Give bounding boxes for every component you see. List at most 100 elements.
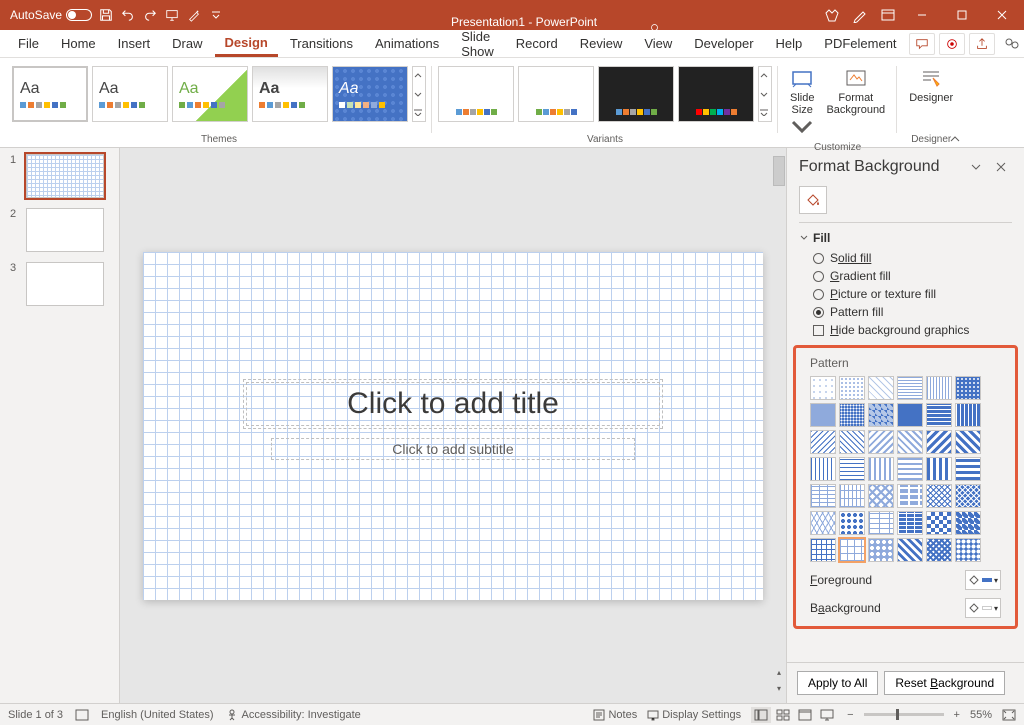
pattern-swatch[interactable] xyxy=(839,376,865,400)
close-button[interactable] xyxy=(988,0,1016,30)
gradient-fill-option[interactable]: Gradient fill xyxy=(813,269,1012,283)
search-box[interactable] xyxy=(644,17,824,41)
language-status[interactable]: English (United States) xyxy=(101,709,214,721)
tab-draw[interactable]: Draw xyxy=(162,32,212,55)
qat-more-icon[interactable] xyxy=(208,7,224,23)
slideshow-start-icon[interactable] xyxy=(164,7,180,23)
pattern-swatch[interactable] xyxy=(955,430,981,454)
fill-section-header[interactable]: Fill xyxy=(787,227,1024,249)
pattern-swatch[interactable] xyxy=(868,511,894,535)
pattern-swatch[interactable] xyxy=(955,457,981,481)
pattern-swatch[interactable] xyxy=(897,376,923,400)
pattern-swatch-selected[interactable] xyxy=(839,538,865,562)
slide-count-status[interactable]: Slide 1 of 3 xyxy=(8,709,63,721)
pattern-swatch[interactable] xyxy=(810,511,836,535)
sorter-view-icon[interactable] xyxy=(773,707,793,723)
slide-canvas[interactable]: Click to add title Click to add subtitle xyxy=(143,252,763,600)
notes-button[interactable]: Notes xyxy=(593,709,637,721)
pattern-swatch[interactable] xyxy=(897,484,923,508)
pattern-swatch[interactable] xyxy=(897,538,923,562)
pattern-swatch[interactable] xyxy=(839,484,865,508)
redo-icon[interactable] xyxy=(142,7,158,23)
pattern-swatch[interactable] xyxy=(897,403,923,427)
pattern-swatch[interactable] xyxy=(868,403,894,427)
pattern-swatch[interactable] xyxy=(839,457,865,481)
slide-size-button[interactable]: Slide Size xyxy=(784,62,820,142)
slideshow-view-icon[interactable] xyxy=(817,707,837,723)
ribbon-display-icon[interactable] xyxy=(880,7,896,23)
accessibility-status[interactable]: Accessibility: Investigate xyxy=(226,709,361,721)
pattern-swatch[interactable] xyxy=(897,511,923,535)
pattern-swatch[interactable] xyxy=(955,511,981,535)
pattern-swatch[interactable] xyxy=(955,484,981,508)
reset-background-button[interactable]: Reset Background xyxy=(884,671,1005,695)
pattern-swatch[interactable] xyxy=(810,457,836,481)
theme-2[interactable]: Aa xyxy=(92,66,168,122)
pattern-swatch[interactable] xyxy=(868,457,894,481)
apply-to-all-button[interactable]: Apply to All xyxy=(797,671,878,695)
spell-check-icon[interactable] xyxy=(75,709,89,721)
pattern-swatch[interactable] xyxy=(926,376,952,400)
subtitle-placeholder[interactable]: Click to add subtitle xyxy=(271,438,634,460)
zoom-level[interactable]: 55% xyxy=(970,709,992,721)
solid-fill-option[interactable]: Solid fill xyxy=(813,251,1012,265)
title-placeholder[interactable]: Click to add title xyxy=(246,382,660,426)
tab-file[interactable]: File xyxy=(8,32,49,55)
variant-gallery-more[interactable] xyxy=(758,66,772,122)
prev-slide-icon[interactable]: ▴ xyxy=(772,665,786,679)
pane-close-icon[interactable] xyxy=(996,162,1012,172)
normal-view-icon[interactable] xyxy=(751,707,771,723)
background-color-button[interactable]: ▾ xyxy=(965,598,1001,618)
reading-view-icon[interactable] xyxy=(795,707,815,723)
pattern-swatch[interactable] xyxy=(810,538,836,562)
pattern-swatch[interactable] xyxy=(926,484,952,508)
zoom-slider[interactable] xyxy=(864,713,944,716)
pattern-swatch[interactable] xyxy=(868,376,894,400)
variant-3[interactable] xyxy=(598,66,674,122)
minimize-button[interactable] xyxy=(908,0,936,30)
fit-to-window-icon[interactable] xyxy=(1002,709,1016,721)
variant-2[interactable] xyxy=(518,66,594,122)
collapse-ribbon-icon[interactable] xyxy=(949,135,961,145)
pattern-swatch[interactable] xyxy=(955,538,981,562)
tab-insert[interactable]: Insert xyxy=(108,32,161,55)
pane-options-icon[interactable] xyxy=(970,162,986,172)
pattern-swatch[interactable] xyxy=(868,430,894,454)
theme-5[interactable]: Aa xyxy=(332,66,408,122)
pattern-swatch[interactable] xyxy=(839,403,865,427)
camera-button[interactable] xyxy=(939,33,965,55)
pattern-swatch[interactable] xyxy=(810,484,836,508)
fill-category-icon[interactable] xyxy=(799,186,827,214)
pattern-swatch[interactable] xyxy=(868,484,894,508)
tab-review[interactable]: Review xyxy=(570,32,633,55)
pencil-icon[interactable] xyxy=(852,7,868,23)
pattern-swatch[interactable] xyxy=(955,403,981,427)
share-button[interactable] xyxy=(999,33,1024,55)
pattern-swatch[interactable] xyxy=(839,430,865,454)
theme-4[interactable]: Aa xyxy=(252,66,328,122)
theme-gallery-more[interactable] xyxy=(412,66,426,122)
designer-button[interactable]: Designer xyxy=(903,62,959,104)
tab-animations[interactable]: Animations xyxy=(365,32,449,55)
slide-thumbnail-3[interactable] xyxy=(26,262,104,306)
display-settings-button[interactable]: Display Settings xyxy=(647,709,741,721)
hide-graphics-option[interactable]: Hide background graphics xyxy=(813,323,1012,337)
variant-4[interactable] xyxy=(678,66,754,122)
pattern-swatch[interactable] xyxy=(926,511,952,535)
pattern-swatch[interactable] xyxy=(868,538,894,562)
tab-design[interactable]: Design xyxy=(215,31,278,57)
tab-home[interactable]: Home xyxy=(51,32,106,55)
theme-3[interactable]: Aa xyxy=(172,66,248,122)
pattern-swatch[interactable] xyxy=(926,538,952,562)
zoom-out-button[interactable]: − xyxy=(847,709,853,721)
pattern-fill-option[interactable]: Pattern fill xyxy=(813,305,1012,319)
qat-autodraw-icon[interactable] xyxy=(186,7,202,23)
pattern-swatch[interactable] xyxy=(926,457,952,481)
pattern-swatch[interactable] xyxy=(897,457,923,481)
theme-1[interactable]: Aa xyxy=(12,66,88,122)
pattern-swatch[interactable] xyxy=(810,403,836,427)
tab-record[interactable]: Record xyxy=(506,32,568,55)
pattern-swatch[interactable] xyxy=(926,403,952,427)
pattern-swatch[interactable] xyxy=(897,430,923,454)
save-icon[interactable] xyxy=(98,7,114,23)
